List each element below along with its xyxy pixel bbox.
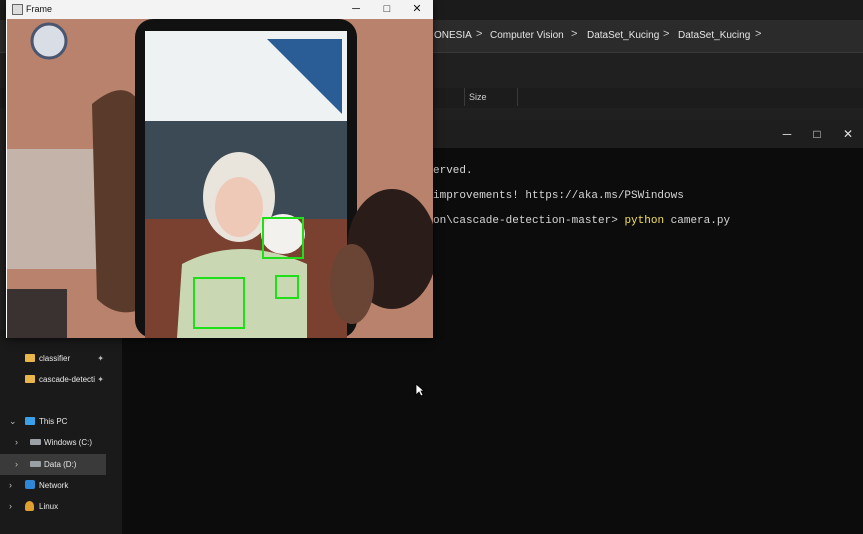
frame-maximize-button[interactable]: □ [372, 0, 402, 19]
sidebar-item-network[interactable]: › Network [0, 475, 106, 496]
sidebar-item-label: Linux [39, 502, 59, 511]
breadcrumb-indonesia[interactable]: ONESIA [434, 30, 472, 41]
detection-box-cat-face [262, 217, 304, 259]
pin-icon: ✦ [97, 375, 104, 384]
detection-box [193, 277, 245, 329]
frame-minimize-button[interactable]: ─ [341, 0, 371, 19]
clock-icon [30, 22, 68, 60]
linux-icon [25, 501, 34, 511]
terminal-close-button[interactable]: ✕ [833, 121, 863, 147]
sidebar-item-label: This PC [39, 417, 68, 426]
terminal-output-line: improvements! https://aka.ms/PSWindows [433, 190, 684, 202]
folder-icon [25, 354, 35, 362]
chevron-right-icon[interactable]: › [9, 475, 12, 496]
detection-box [275, 275, 299, 299]
terminal-maximize-button[interactable]: □ [802, 121, 832, 147]
chevron-right-icon[interactable]: › [15, 432, 18, 453]
network-icon [25, 480, 35, 489]
sidebar-item-label: Data (D:) [44, 460, 77, 469]
column-divider[interactable] [517, 88, 518, 106]
camera-feed [7, 19, 433, 338]
sidebar-item-windows-c[interactable]: › Windows (C:) [0, 432, 106, 453]
sidebar-item-linux[interactable]: › Linux [0, 496, 106, 517]
column-header-size[interactable]: Size [469, 92, 487, 102]
mouse-cursor-icon [415, 383, 425, 397]
terminal-command-line[interactable]: on\cascade-detection-master> python came… [433, 215, 730, 227]
pin-icon: ✦ [97, 354, 104, 363]
sidebar-item-data-d[interactable]: › Data (D:) [0, 454, 106, 475]
breadcrumb-separator-icon: > [476, 28, 483, 40]
folder-icon [25, 375, 35, 383]
chevron-down-icon[interactable]: ⌄ [9, 411, 17, 432]
navigation-pane: classifier ✦ cascade-detecti ✦ ⌄ This PC… [0, 330, 123, 534]
chevron-right-icon[interactable]: › [9, 496, 12, 517]
sidebar-item-label: Network [39, 481, 69, 490]
terminal-command-args: camera.py [664, 215, 731, 227]
drive-icon [30, 439, 41, 445]
breadcrumb-computer-vision[interactable]: Computer Vision [490, 30, 564, 41]
terminal-output-line: erved. [433, 165, 473, 177]
sidebar-item-cascade-detection[interactable]: cascade-detecti ✦ [0, 369, 106, 390]
frame-close-button[interactable]: ✕ [402, 0, 432, 19]
column-divider[interactable] [464, 88, 465, 106]
app-icon [12, 4, 23, 15]
breadcrumb-chevron-icon[interactable]: > [755, 28, 761, 40]
computer-icon [25, 417, 35, 425]
sidebar-item-classifier[interactable]: classifier ✦ [0, 348, 106, 369]
breadcrumb-separator-icon: > [571, 28, 578, 40]
sidebar-item-label: Windows (C:) [44, 438, 93, 447]
drive-icon [30, 461, 41, 467]
breadcrumb-dataset-kucing[interactable]: DataSet_Kucing [587, 30, 659, 41]
breadcrumb-dataset-kucing-current[interactable]: DataSet_Kucing [678, 30, 750, 41]
sidebar-item-label: classifier [39, 354, 71, 363]
chevron-right-icon[interactable]: › [15, 454, 18, 475]
breadcrumb-separator-icon: > [663, 28, 670, 40]
sidebar-item-label: cascade-detecti [39, 375, 96, 384]
sidebar-item-this-pc[interactable]: ⌄ This PC [0, 411, 106, 432]
frame-title: Frame [26, 4, 53, 14]
terminal-prompt: on\cascade-detection-master> [433, 215, 625, 227]
terminal-minimize-button[interactable]: ─ [772, 121, 802, 147]
terminal-command: python [624, 215, 665, 227]
